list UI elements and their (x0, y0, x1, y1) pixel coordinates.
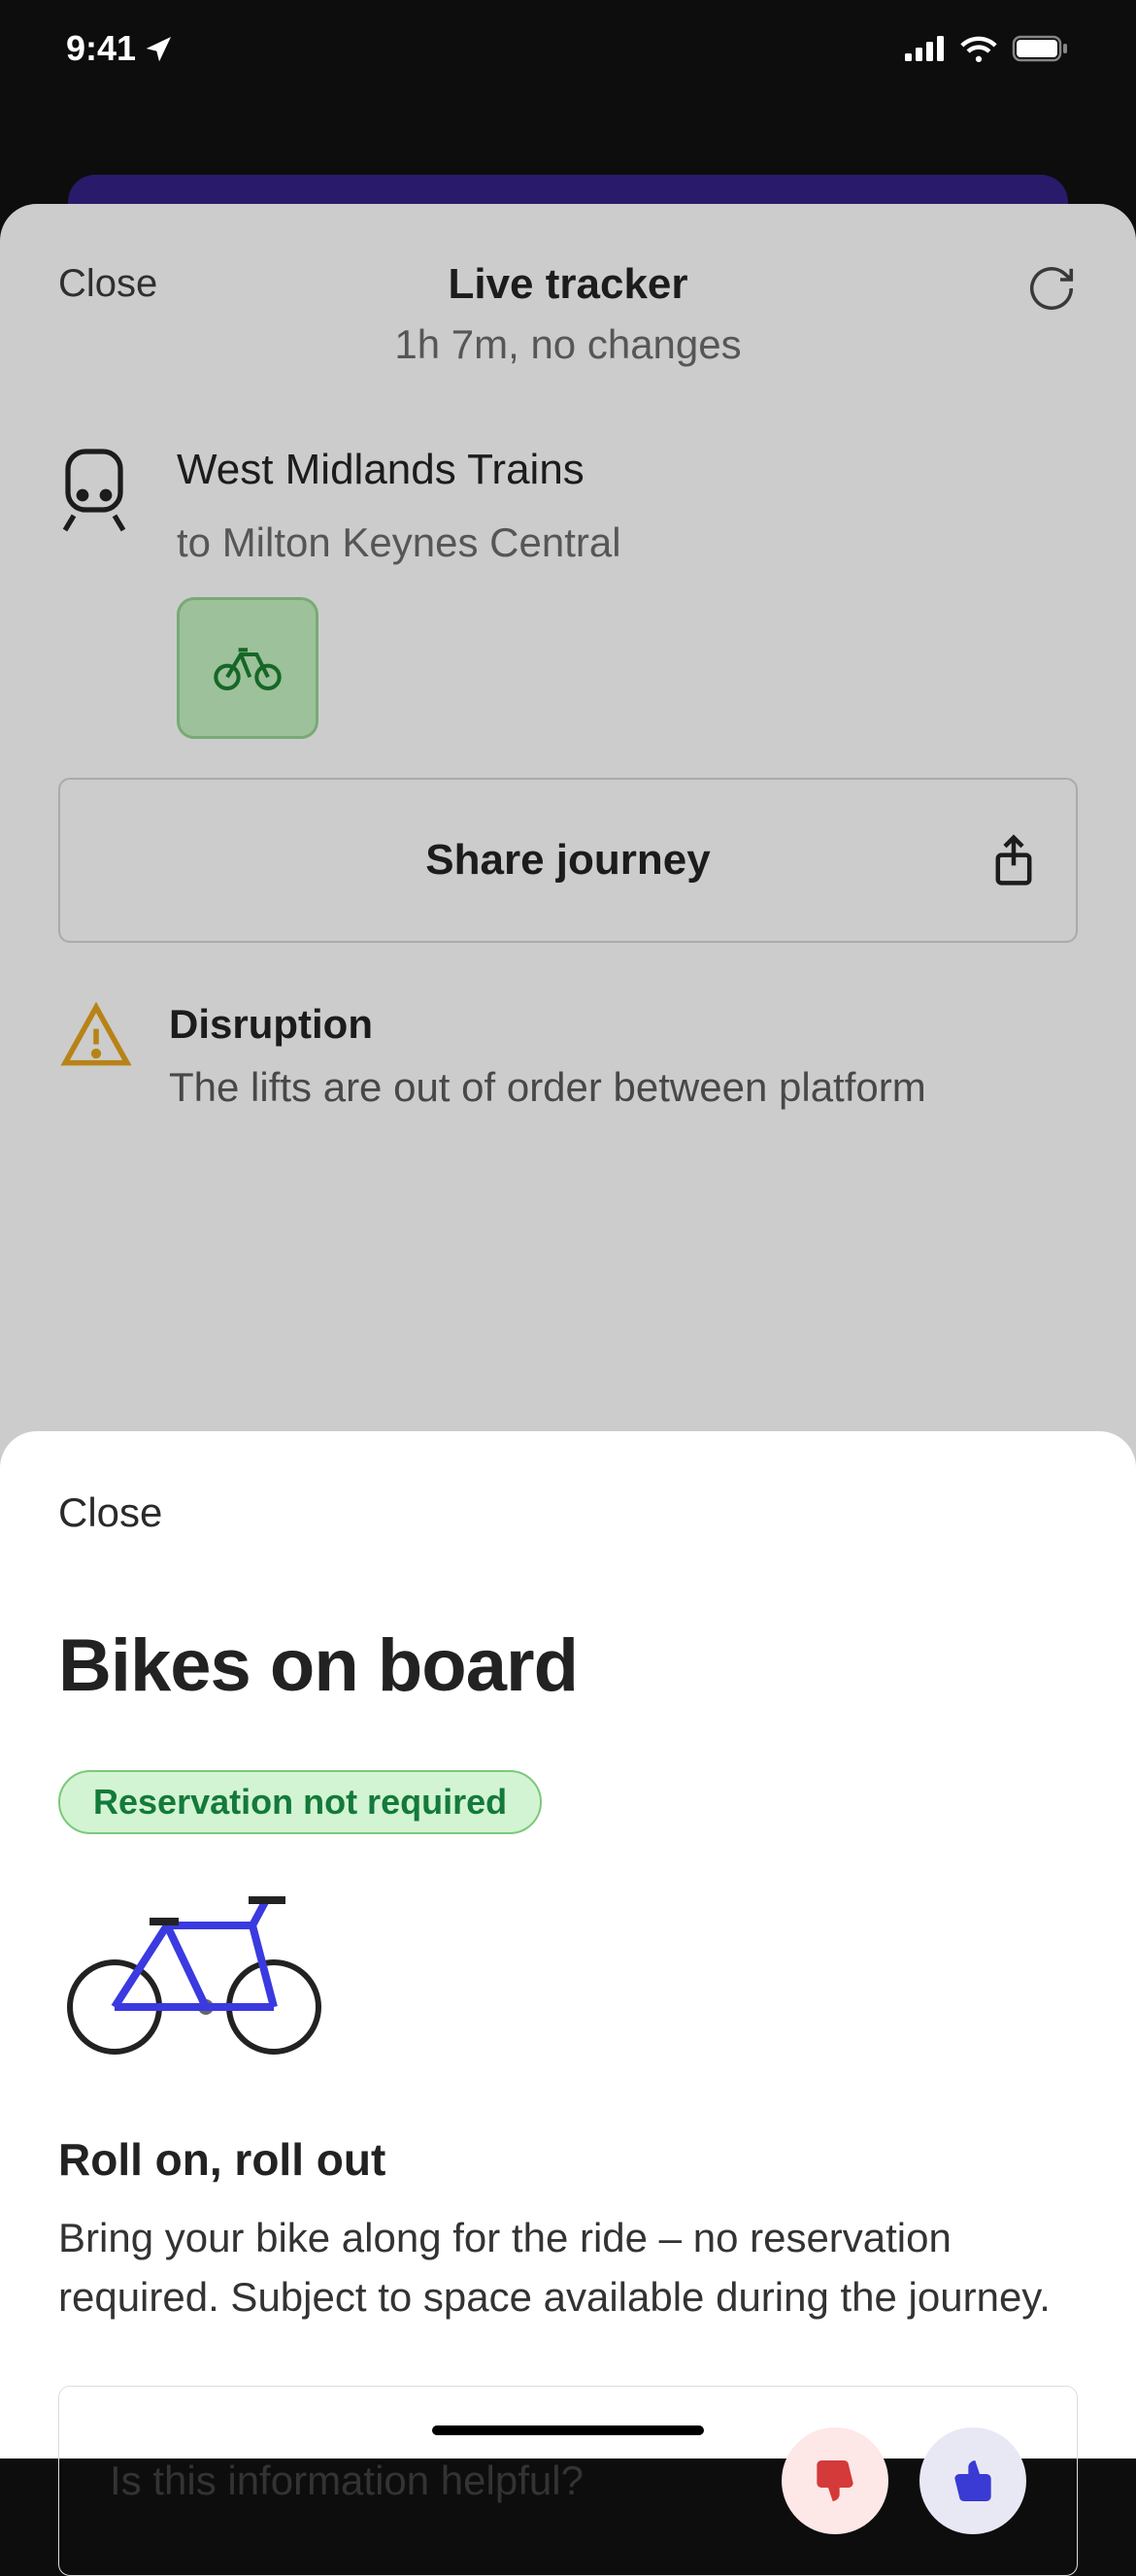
reservation-badge: Reservation not required (58, 1770, 542, 1834)
close-button[interactable]: Close (58, 1489, 1078, 1536)
battery-icon (1012, 35, 1070, 62)
thumbs-down-icon (808, 2454, 862, 2508)
location-icon (144, 33, 175, 64)
section-title: Roll on, roll out (58, 2133, 1078, 2186)
bikes-title: Bikes on board (58, 1623, 1078, 1708)
status-time-text: 9:41 (66, 28, 136, 69)
section-body: Bring your bike along for the ride – no … (58, 2209, 1078, 2327)
feedback-card: Is this information helpful? (58, 2386, 1078, 2576)
wifi-icon (959, 35, 998, 62)
feedback-prompt: Is this information helpful? (110, 2458, 584, 2504)
status-bar: 9:41 (0, 0, 1136, 97)
thumbs-up-icon (946, 2454, 1000, 2508)
thumbs-down-button[interactable] (782, 2427, 888, 2534)
bike-illustration-icon (58, 1890, 330, 2056)
thumbs-up-button[interactable] (919, 2427, 1026, 2534)
home-indicator[interactable] (432, 2425, 704, 2435)
status-right (905, 35, 1070, 62)
cellular-icon (905, 36, 946, 61)
status-time: 9:41 (66, 28, 175, 69)
bikes-sheet: Close Bikes on board Reservation not req… (0, 1431, 1136, 2459)
